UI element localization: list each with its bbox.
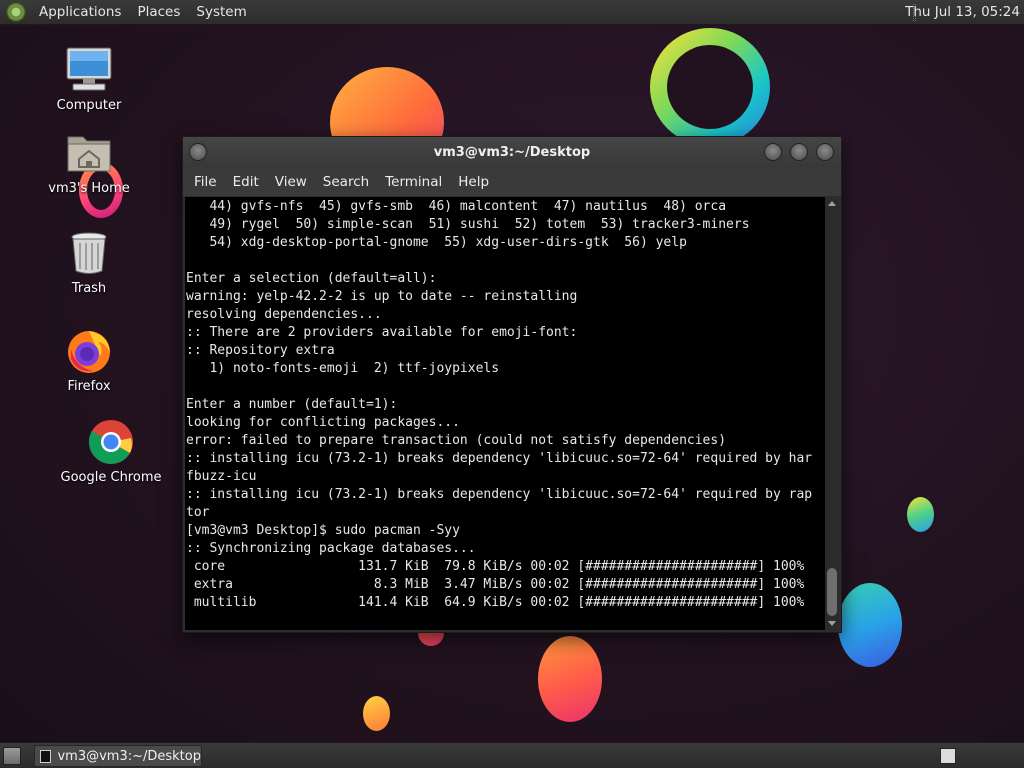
terminal-titlebar[interactable]: vm3@vm3:~/Desktop bbox=[183, 137, 841, 167]
scroll-down-icon[interactable] bbox=[828, 621, 836, 626]
menu-file[interactable]: File bbox=[186, 174, 225, 190]
menu-terminal[interactable]: Terminal bbox=[377, 174, 450, 190]
minimize-button[interactable] bbox=[764, 143, 782, 161]
workspace-switcher[interactable] bbox=[940, 748, 956, 764]
wallpaper-tiny-blob bbox=[907, 497, 934, 532]
desktop-icon-computer[interactable]: Computer bbox=[29, 46, 149, 113]
wallpaper-orange-blob-bottom bbox=[538, 636, 602, 722]
menu-help[interactable]: Help bbox=[450, 174, 497, 190]
menu-system[interactable]: System bbox=[188, 4, 254, 20]
distro-logo-icon[interactable] bbox=[6, 2, 26, 22]
terminal-icon bbox=[40, 749, 52, 763]
desktop-icon-chrome[interactable]: Google Chrome bbox=[51, 418, 171, 485]
desktop-icon-firefox[interactable]: Firefox bbox=[29, 327, 149, 394]
menu-applications[interactable]: Applications bbox=[31, 4, 129, 20]
taskbar-item-terminal[interactable]: vm3@vm3:~/Desktop bbox=[34, 745, 202, 767]
terminal-scrollbar[interactable] bbox=[825, 197, 839, 630]
top-panel: Applications Places System Thu Jul 13, 0… bbox=[0, 0, 1024, 25]
desktop-icon-home[interactable]: vm3's Home bbox=[29, 129, 149, 196]
terminal-title: vm3@vm3:~/Desktop bbox=[433, 144, 591, 160]
clock[interactable]: Thu Jul 13, 05:24 bbox=[905, 4, 1020, 20]
menu-edit[interactable]: Edit bbox=[225, 174, 267, 190]
scroll-up-icon[interactable] bbox=[828, 201, 836, 206]
terminal-output: 44) gvfs-nfs 45) gvfs-smb 46) malcontent… bbox=[186, 199, 813, 610]
desktop-icon-label: Computer bbox=[56, 98, 122, 113]
wallpaper-blue-blob bbox=[838, 583, 902, 667]
bottom-panel: vm3@vm3:~/Desktop bbox=[0, 742, 1024, 768]
desktop-icon-label: Firefox bbox=[67, 379, 111, 394]
close-button[interactable] bbox=[816, 143, 834, 161]
wallpaper-gradient-ring bbox=[650, 28, 770, 146]
computer-icon bbox=[65, 46, 113, 94]
window-menu-button[interactable] bbox=[189, 143, 207, 161]
desktop-icon-label: Google Chrome bbox=[60, 470, 162, 485]
desktop-icon-trash[interactable]: Trash bbox=[29, 229, 149, 296]
taskbar-item-label: vm3@vm3:~/Desktop bbox=[57, 748, 201, 764]
menu-places[interactable]: Places bbox=[129, 4, 188, 20]
terminal-screen[interactable]: 44) gvfs-nfs 45) gvfs-smb 46) malcontent… bbox=[185, 197, 825, 630]
menu-view[interactable]: View bbox=[267, 174, 315, 190]
home-folder-icon bbox=[65, 129, 113, 177]
trash-icon bbox=[65, 229, 113, 277]
chrome-icon bbox=[87, 418, 135, 466]
terminal-window[interactable]: vm3@vm3:~/Desktop File Edit View Search … bbox=[182, 136, 842, 633]
desktop-icon-label: Trash bbox=[71, 281, 107, 296]
menu-search[interactable]: Search bbox=[315, 174, 377, 190]
desktop-icon-label: vm3's Home bbox=[48, 181, 130, 196]
terminal-menubar: File Edit View Search Terminal Help bbox=[183, 167, 841, 196]
firefox-icon bbox=[65, 327, 113, 375]
wallpaper-small-blob bbox=[363, 696, 390, 731]
maximize-button[interactable] bbox=[790, 143, 808, 161]
scrollbar-thumb[interactable] bbox=[827, 568, 837, 616]
show-desktop-icon[interactable] bbox=[3, 747, 21, 765]
